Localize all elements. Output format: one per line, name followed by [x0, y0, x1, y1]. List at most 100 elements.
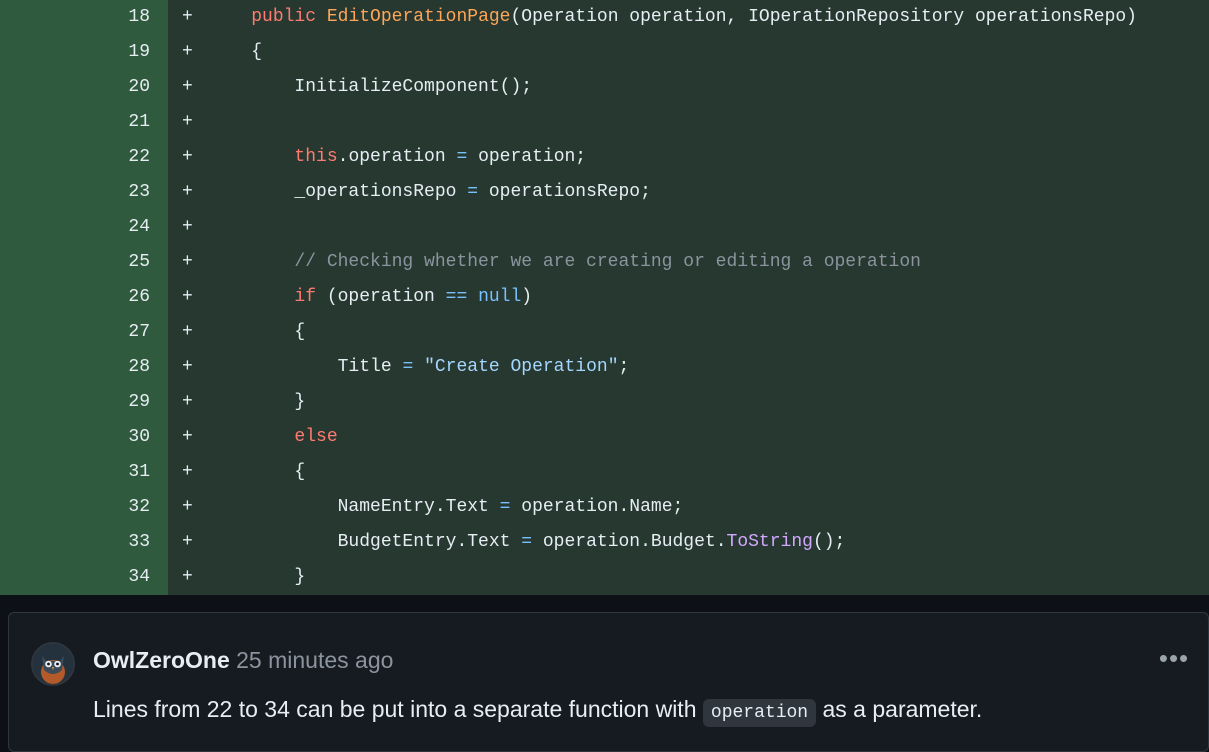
code-token: }	[208, 567, 306, 587]
line-number[interactable]: 30	[0, 420, 168, 455]
line-number[interactable]: 32	[0, 490, 168, 525]
code-token: Title	[208, 357, 403, 377]
code-line: + _operationsRepo = operationsRepo;	[168, 175, 1209, 210]
code-token: (operation	[316, 287, 446, 307]
code-token: operation.Budget.	[532, 532, 727, 552]
line-number[interactable]: 31	[0, 455, 168, 490]
code-line: + if (operation == null)	[168, 280, 1209, 315]
code-token: InitializeComponent();	[208, 77, 533, 97]
line-number[interactable]: 22	[0, 140, 168, 175]
line-number[interactable]: 20	[0, 70, 168, 105]
code-token: null	[478, 287, 522, 307]
diff-added-marker: +	[182, 42, 193, 62]
line-number[interactable]: 19	[0, 35, 168, 70]
diff-line: 34 + }	[0, 560, 1209, 595]
diff-added-marker: +	[182, 357, 193, 377]
line-number[interactable]: 34	[0, 560, 168, 595]
line-number[interactable]: 33	[0, 525, 168, 560]
comment-timestamp[interactable]: 25 minutes ago	[236, 647, 393, 673]
diff-added-marker: +	[182, 147, 193, 167]
code-token: // Checking whether we are creating or e…	[208, 252, 921, 272]
diff-added-marker: +	[182, 217, 193, 237]
code-line: + InitializeComponent();	[168, 70, 1209, 105]
code-token: =	[521, 532, 533, 552]
code-token: operationsRepo;	[478, 182, 651, 202]
code-line: + }	[168, 560, 1209, 595]
diff-added-marker: +	[182, 532, 193, 552]
diff-line: 32 + NameEntry.Text = operation.Name;	[0, 490, 1209, 525]
code-token: (Operation operation, IOperationReposito…	[510, 7, 1137, 27]
code-token: {	[208, 462, 306, 482]
code-token: )	[521, 287, 533, 307]
avatar[interactable]	[31, 642, 75, 686]
code-token: NameEntry.Text	[208, 497, 500, 517]
code-token: _operationsRepo	[208, 182, 468, 202]
code-token: if	[294, 287, 317, 307]
comment-body: Lines from 22 to 34 can be put into a se…	[93, 693, 982, 729]
diff-line: 20 + InitializeComponent();	[0, 70, 1209, 105]
kebab-horizontal-icon[interactable]: •••	[1154, 643, 1194, 673]
code-token: ();	[812, 532, 846, 552]
code-token: BudgetEntry.Text	[208, 532, 522, 552]
owl-avatar-icon	[33, 644, 73, 684]
comment-body-text: Lines from 22 to 34 can be put into a se…	[93, 696, 703, 722]
comment-author[interactable]: OwlZeroOne	[93, 647, 230, 673]
diff-line: 31 + {	[0, 455, 1209, 490]
comment-body-text: as a parameter.	[816, 696, 983, 722]
code-line: +	[168, 210, 1209, 245]
review-comment: OwlZeroOne 25 minutes ago ••• Lines from…	[8, 612, 1209, 752]
code-line: + public EditOperationPage(Operation ope…	[168, 0, 1209, 35]
diff-added-marker: +	[182, 567, 193, 587]
code-token: operation.Name;	[510, 497, 684, 517]
code-line: + Title = "Create Operation";	[168, 350, 1209, 385]
diff-added-marker: +	[182, 287, 193, 307]
diff-line: 29 + }	[0, 385, 1209, 420]
diff-view: 18 + public EditOperationPage(Operation o…	[0, 0, 1209, 595]
code-token: =	[467, 182, 479, 202]
line-number[interactable]: 27	[0, 315, 168, 350]
diff-added-marker: +	[182, 77, 193, 97]
code-line: +	[168, 105, 1209, 140]
line-number[interactable]: 23	[0, 175, 168, 210]
code-line: + BudgetEntry.Text = operation.Budget.To…	[168, 525, 1209, 560]
diff-added-marker: +	[182, 427, 193, 447]
line-number[interactable]: 28	[0, 350, 168, 385]
code-token: {	[208, 42, 263, 62]
code-token: =	[456, 147, 468, 167]
code-token: {	[208, 322, 306, 342]
code-token: }	[208, 392, 306, 412]
code-token: ToString	[726, 532, 813, 552]
diff-added-marker: +	[182, 182, 193, 202]
line-number[interactable]: 24	[0, 210, 168, 245]
comment-header: OwlZeroOne 25 minutes ago	[93, 645, 393, 675]
code-token: =	[499, 497, 511, 517]
line-number[interactable]: 25	[0, 245, 168, 280]
code-line: + }	[168, 385, 1209, 420]
code-line: + {	[168, 455, 1209, 490]
code-line: + {	[168, 315, 1209, 350]
diff-added-marker: +	[182, 252, 193, 272]
line-number[interactable]: 18	[0, 0, 168, 35]
code-token: else	[294, 427, 338, 447]
diff-added-marker: +	[182, 392, 193, 412]
code-token: this	[294, 147, 338, 167]
line-number[interactable]: 26	[0, 280, 168, 315]
diff-added-marker: +	[182, 322, 193, 342]
diff-line: 30 + else	[0, 420, 1209, 455]
diff-line: 18 + public EditOperationPage(Operation o…	[0, 0, 1209, 35]
code-line: + {	[168, 35, 1209, 70]
line-number[interactable]: 21	[0, 105, 168, 140]
code-line: + this.operation = operation;	[168, 140, 1209, 175]
line-number[interactable]: 29	[0, 385, 168, 420]
code-token: .operation	[337, 147, 457, 167]
diff-added-marker: +	[182, 497, 193, 517]
code-token: operation;	[467, 147, 587, 167]
code-token: EditOperationPage	[326, 7, 511, 27]
inline-code: operation	[702, 699, 817, 727]
